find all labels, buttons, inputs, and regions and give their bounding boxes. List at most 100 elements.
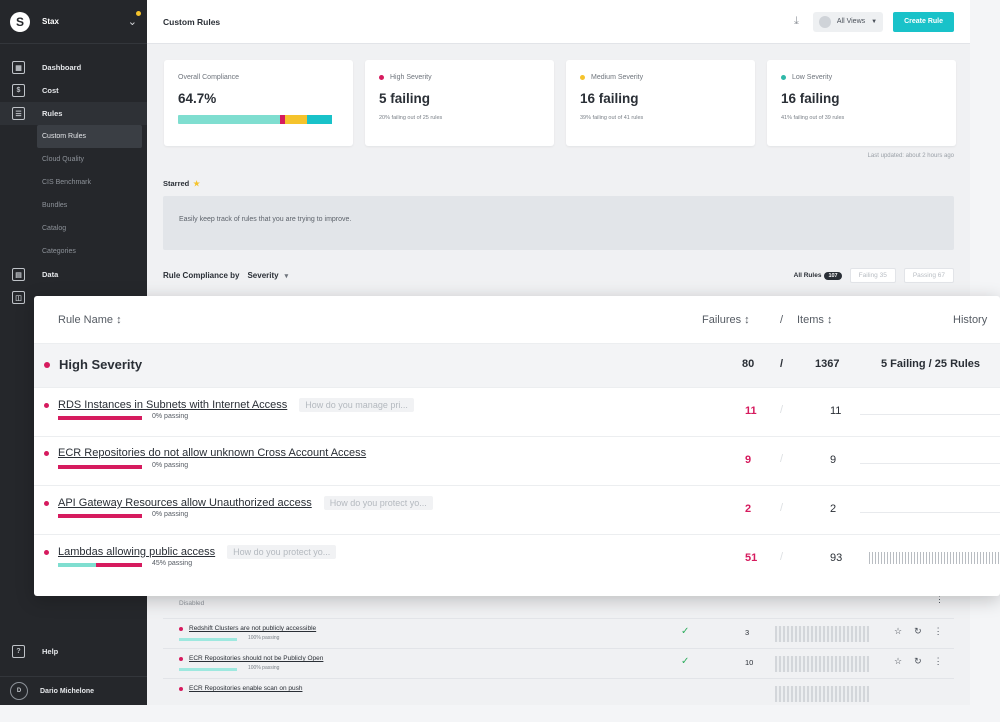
rule-name-link[interactable]: Redshift Clusters are not publicly acces… xyxy=(179,625,316,632)
compliance-bar-medium xyxy=(284,115,307,124)
column-rule-name[interactable]: Rule Name ↕ xyxy=(58,314,122,326)
card-title: Medium Severity xyxy=(591,74,644,81)
table-row[interactable]: API Gateway Resources allow Unauthorized… xyxy=(34,486,1000,535)
passing-bar xyxy=(58,416,142,420)
more-options-icon[interactable]: ⋮ xyxy=(934,626,943,637)
stax-logo-icon: S xyxy=(10,11,30,32)
group-by-dropdown[interactable]: Severity ▾ xyxy=(247,271,288,280)
table-row[interactable]: ECR Repositories should not be Publicly … xyxy=(163,648,954,678)
rule-name-link[interactable]: RDS Instances in Subnets with Internet A… xyxy=(58,399,287,411)
items-count: 2 xyxy=(830,503,837,515)
severity-name: High Severity xyxy=(59,357,143,372)
rule-name-cell: Lambdas allowing public access How do you… xyxy=(44,545,337,559)
card-title-row: Low Severity xyxy=(781,74,942,81)
sidebar-subitem-bundles[interactable]: Bundles xyxy=(0,194,147,217)
table-row[interactable]: RDS Instances in Subnets with Internet A… xyxy=(34,388,1000,437)
passing-percent: 0% passing xyxy=(152,413,189,420)
high-severity-card[interactable]: High Severity 5 failing 20% failing out … xyxy=(365,60,554,146)
sidebar-subitem-cloud-quality[interactable]: Cloud Quality xyxy=(0,148,147,171)
sidebar-item-rules[interactable]: ☰ Rules xyxy=(0,102,147,125)
summary-cards: Overall Compliance 64.7% High Severity 5… xyxy=(164,60,956,146)
starred-empty-state: Easily keep track of rules that you are … xyxy=(163,196,954,250)
rule-name-link[interactable]: API Gateway Resources allow Unauthorized… xyxy=(58,497,312,509)
sidebar-subitem-custom-rules[interactable]: Custom Rules xyxy=(37,125,142,148)
rule-name: Redshift Clusters are not publicly acces… xyxy=(189,625,317,632)
workspace-name: Stax xyxy=(42,17,59,26)
download-icon[interactable]: ⤓ xyxy=(794,15,799,28)
history-sparkline xyxy=(860,512,1000,513)
filter-failing[interactable]: Failing 35 xyxy=(849,268,896,283)
sidebar-subitem-cis-benchmark[interactable]: CIS Benchmark xyxy=(0,171,147,194)
user-menu[interactable]: D Dario Michelone xyxy=(0,676,147,705)
refresh-icon[interactable]: ↻ xyxy=(914,626,922,637)
divider: / xyxy=(780,551,784,563)
filter-all-rules[interactable]: All Rules 107 xyxy=(794,272,842,280)
rule-name-link[interactable]: ECR Repositories enable scan on push xyxy=(179,685,302,692)
avatar: D xyxy=(10,682,28,700)
divider: / xyxy=(780,502,784,514)
rule-name-link[interactable]: ECR Repositories should not be Publicly … xyxy=(179,655,323,662)
rule-name-link[interactable]: Lambdas allowing public access xyxy=(58,546,215,558)
question-tag[interactable]: How do you manage pri... xyxy=(299,398,414,412)
views-dropdown[interactable]: All Views ▼ xyxy=(812,11,884,32)
rule-name-link[interactable]: ECR Repositories do not allow unknown Cr… xyxy=(58,447,366,459)
refresh-icon[interactable]: ↻ xyxy=(914,656,922,667)
medium-severity-card[interactable]: Medium Severity 16 failing 39% failing o… xyxy=(566,60,755,146)
failures-count: 51 xyxy=(745,552,758,564)
check-icon: ✓ xyxy=(681,626,690,637)
starred-heading: Starred ★ xyxy=(163,179,200,188)
severity-group-row[interactable]: High Severity 80 / 1367 5 Failing / 25 R… xyxy=(34,344,1000,388)
question-tag[interactable]: How do you protect yo... xyxy=(323,496,433,510)
card-title-row: High Severity xyxy=(379,74,540,81)
failures-count: 2 xyxy=(745,503,752,515)
history-sparkline xyxy=(869,552,1000,564)
severity-dot xyxy=(44,549,49,555)
filter-count: 67 xyxy=(937,272,945,279)
column-history: History xyxy=(953,314,988,326)
items-count: 93 xyxy=(830,552,843,564)
sidebar-subitem-catalog[interactable]: Catalog xyxy=(0,217,147,240)
history-sparkline xyxy=(775,656,869,672)
rules-table-zoom: Rule Name ↕ Failures ↕ / Items ↕ History… xyxy=(34,296,1000,596)
table-row[interactable]: Redshift Clusters are not publicly acces… xyxy=(163,618,954,648)
filter-count: 35 xyxy=(879,272,887,279)
sidebar-item-label: Data xyxy=(42,270,59,279)
passing-percent: 0% passing xyxy=(152,462,189,469)
passing-percent: 0% passing xyxy=(152,511,189,518)
high-severity-dot xyxy=(44,361,50,368)
more-options-icon[interactable]: ⋮ xyxy=(934,656,943,667)
star-icon[interactable]: ☆ xyxy=(894,626,902,637)
star-icon[interactable]: ☆ xyxy=(894,656,902,667)
workspace-switcher[interactable]: S Stax ⌄ xyxy=(0,0,147,44)
history-sparkline xyxy=(860,414,1000,415)
sidebar-item-dashboard[interactable]: ▦ Dashboard xyxy=(0,56,147,79)
passing-percent: 45% passing xyxy=(152,560,193,567)
items-count: 11 xyxy=(830,405,842,417)
low-severity-card[interactable]: Low Severity 16 failing 41% failing out … xyxy=(767,60,956,146)
create-rule-button[interactable]: Create Rule xyxy=(893,11,954,32)
card-value: 16 failing xyxy=(781,91,840,106)
group-divider: / xyxy=(780,358,784,370)
group-by-value: Severity xyxy=(247,271,279,280)
sidebar-item-data[interactable]: ▤ Data xyxy=(0,263,147,286)
overall-compliance-card[interactable]: Overall Compliance 64.7% xyxy=(164,60,353,146)
sidebar-item-label: Dashboard xyxy=(42,63,82,72)
group-failures: 80 xyxy=(742,358,755,370)
filter-passing[interactable]: Passing 67 xyxy=(903,268,954,283)
failing-bar-fill xyxy=(58,416,142,420)
sidebar-item-help[interactable]: ? Help xyxy=(0,640,147,662)
passing-bar xyxy=(179,668,237,671)
table-row[interactable]: ECR Repositories do not allow unknown Cr… xyxy=(34,437,1000,486)
rule-name: ECR Repositories enable scan on push xyxy=(189,685,303,692)
column-items[interactable]: Items ↕ xyxy=(797,314,832,326)
group-items: 1367 xyxy=(815,358,840,370)
table-row[interactable]: Lambdas allowing public access How do you… xyxy=(34,535,1000,584)
caret-down-icon: ▾ xyxy=(284,273,289,280)
sidebar-subitem-categories[interactable]: Categories xyxy=(0,240,147,263)
rule-name: ECR Repositories should not be Publicly … xyxy=(189,655,324,662)
user-name: Dario Michelone xyxy=(40,687,95,695)
question-tag[interactable]: How do you protect yo... xyxy=(227,545,337,559)
column-failures[interactable]: Failures ↕ xyxy=(702,314,750,326)
sidebar-item-cost[interactable]: $ Cost xyxy=(0,79,147,102)
table-row[interactable]: ECR Repositories enable scan on push xyxy=(163,678,954,705)
